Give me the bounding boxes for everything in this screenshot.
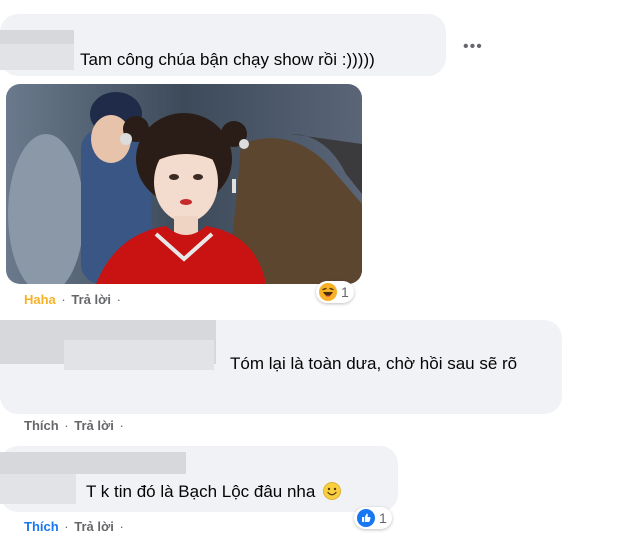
- comment-actions: Thích · Trả lời ·: [24, 418, 126, 433]
- smiling-emoji-icon: [323, 482, 341, 500]
- blurred-author-name: [0, 474, 76, 504]
- reaction-count-badge[interactable]: 1: [354, 507, 392, 529]
- comment-text: T k tin đó là Bạch Lộc đâu nha: [86, 480, 341, 504]
- blurred-author-name: [0, 44, 74, 70]
- comment-actions: Thích · Trả lời ·: [24, 519, 126, 534]
- more-options-button[interactable]: •••: [463, 38, 483, 56]
- like-link[interactable]: Thích: [24, 418, 59, 433]
- blurred-author-name: [0, 30, 74, 44]
- separator-dot: ·: [116, 292, 121, 307]
- reply-link[interactable]: Trả lời: [74, 418, 114, 433]
- attached-photo[interactable]: [6, 84, 362, 284]
- like-icon: [357, 509, 375, 527]
- haha-emoji-icon: [319, 283, 337, 301]
- comment-actions: Haha · Trả lời ·: [24, 292, 123, 307]
- separator-dot: ·: [119, 418, 124, 433]
- reply-link[interactable]: Trả lời: [74, 519, 114, 534]
- comment-text: Tam công chúa bận chạy show rồi :))))): [80, 50, 375, 69]
- separator-dot: ·: [64, 418, 69, 433]
- blurred-author-name: [0, 452, 186, 474]
- separator-dot: ·: [119, 519, 124, 534]
- photo-illustration: [6, 84, 362, 284]
- separator-dot: ·: [64, 519, 69, 534]
- like-link[interactable]: Thích: [24, 519, 59, 534]
- reply-link[interactable]: Trả lời: [71, 292, 111, 307]
- reaction-count: 1: [341, 284, 349, 300]
- reaction-count: 1: [379, 510, 387, 526]
- separator-dot: ·: [61, 292, 66, 307]
- reaction-count-badge[interactable]: 1: [316, 281, 354, 303]
- comment-text-content: T k tin đó là Bạch Lộc đâu nha: [86, 482, 316, 501]
- haha-reaction-label[interactable]: Haha: [24, 292, 56, 307]
- comment-text: Tóm lại là toàn dưa, chờ hồi sau sẽ rõ: [230, 354, 518, 373]
